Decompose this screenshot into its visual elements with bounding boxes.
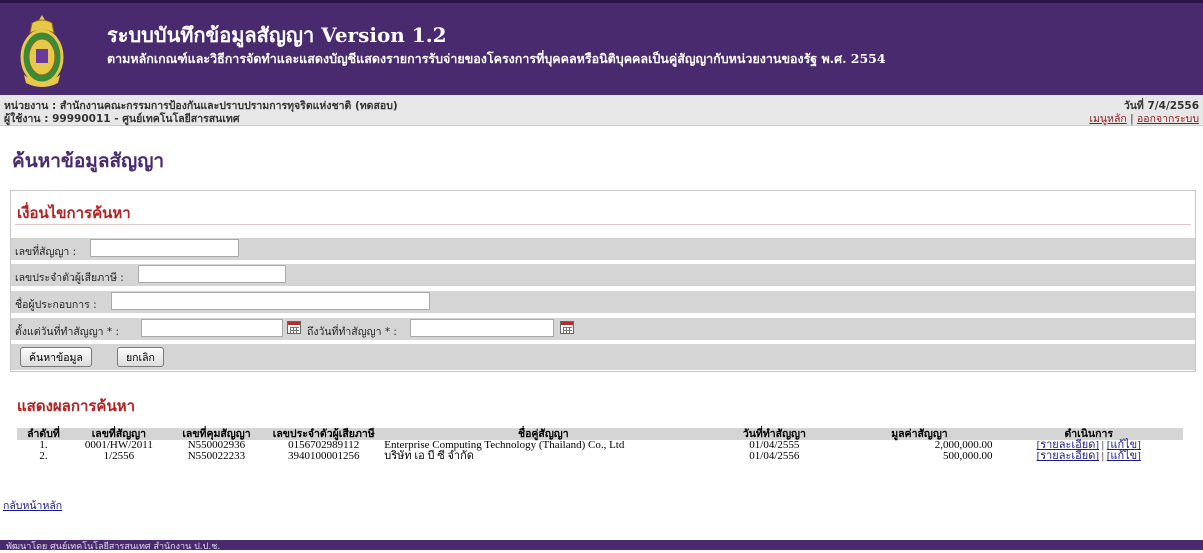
tax-id-label: เลขประจำตัวผู้เสียภาษี : xyxy=(15,272,124,284)
app-title: ระบบบันทึกข้อมูลสัญญา Version 1.2 xyxy=(107,23,447,47)
row-value: 500,000.00 xyxy=(942,450,993,462)
vendor-input[interactable] xyxy=(111,292,430,310)
button-row: ค้นหาข้อมูล ยกเลิก xyxy=(11,344,1195,370)
info-bar: หน่วยงาน : สำนักงานคณะกรรมการป้องกันและป… xyxy=(0,95,1203,126)
logout-link[interactable]: ออกจากระบบ xyxy=(1137,113,1199,125)
top-links: เมนูหลัก | ออกจากระบบ xyxy=(1089,110,1199,127)
footer-text: พัฒนาโดย ศูนย์เทคโนโลยีสารสนเทศ สำนักงาน… xyxy=(6,542,221,552)
search-panel: เงื่อนไขการค้นหา เลขที่สัญญา : เลขประจำต… xyxy=(10,190,1196,372)
tax-id-input[interactable] xyxy=(138,265,286,283)
vendor-row: ชื่อผู้ประกอบการ : xyxy=(11,291,1195,313)
tax-id-row: เลขประจำตัวผู้เสียภาษี : xyxy=(11,264,1195,286)
cancel-button[interactable]: ยกเลิก xyxy=(117,347,164,367)
link-separator: | xyxy=(1130,113,1134,125)
results-table: ลำดับที่ เลขที่สัญญา เลขที่คุมสัญญา เลขป… xyxy=(17,428,1183,462)
app-subtitle: ตามหลักเกณฑ์และวิธีการจัดทำและแสดงบัญชีแ… xyxy=(107,51,886,66)
row-party: บริษัท เอ บี ซี จำกัด xyxy=(384,450,474,462)
to-date-input[interactable] xyxy=(410,319,554,337)
back-to-home-link[interactable]: กลับหน้าหลัก xyxy=(3,497,62,514)
row-date: 01/04/2556 xyxy=(749,450,800,462)
seal-emblem-logo xyxy=(20,15,64,87)
search-button[interactable]: ค้นหาข้อมูล xyxy=(20,347,92,367)
heading-divider xyxy=(15,224,1191,225)
row-no: 2. xyxy=(39,450,48,462)
main-menu-link[interactable]: เมนูหลัก xyxy=(1089,113,1126,125)
from-date-input[interactable] xyxy=(141,319,283,337)
date-range-row: ตั้งแต่วันที่ทำสัญญา * : ถึงวันที่ทำสัญญ… xyxy=(11,318,1195,340)
contract-no-input[interactable] xyxy=(90,239,239,257)
vendor-label: ชื่อผู้ประกอบการ : xyxy=(15,299,97,311)
from-date-calendar-icon[interactable] xyxy=(287,321,301,334)
row-actions: [รายละเอียด] | [แก้ไข] xyxy=(994,451,1183,462)
contract-no-row: เลขที่สัญญา : xyxy=(11,238,1195,260)
to-date-calendar-icon[interactable] xyxy=(560,321,574,334)
table-row: 2. 1/2556 N550022233 3940100001256 บริษั… xyxy=(17,451,1183,462)
footer-bar: พัฒนาโดย ศูนย์เทคโนโลยีสารสนเทศ สำนักงาน… xyxy=(0,540,1203,552)
detail-link[interactable]: [รายละเอียด] xyxy=(1037,450,1099,462)
contract-no-label: เลขที่สัญญา : xyxy=(15,246,77,258)
action-separator: | xyxy=(1101,450,1104,462)
results-heading: แสดงผลการค้นหา xyxy=(17,397,136,415)
row-control-no: N550022233 xyxy=(187,450,246,462)
edit-link[interactable]: [แก้ไข] xyxy=(1107,450,1141,462)
page-title: ค้นหาข้อมูลสัญญา xyxy=(12,150,165,172)
header-banner: ระบบบันทึกข้อมูลสัญญา Version 1.2 ตามหลั… xyxy=(0,0,1203,95)
user-label: ผู้ใช้งาน : 99990011 - ศูนย์เทคโนโลยีสาร… xyxy=(4,113,240,125)
search-heading: เงื่อนไขการค้นหา xyxy=(17,204,131,222)
row-tax-id: 3940100001256 xyxy=(287,450,360,462)
row-contract-no: 1/2556 xyxy=(103,450,135,462)
to-date-label: ถึงวันที่ทำสัญญา * : xyxy=(307,326,397,338)
from-date-label: ตั้งแต่วันที่ทำสัญญา * : xyxy=(15,326,120,338)
